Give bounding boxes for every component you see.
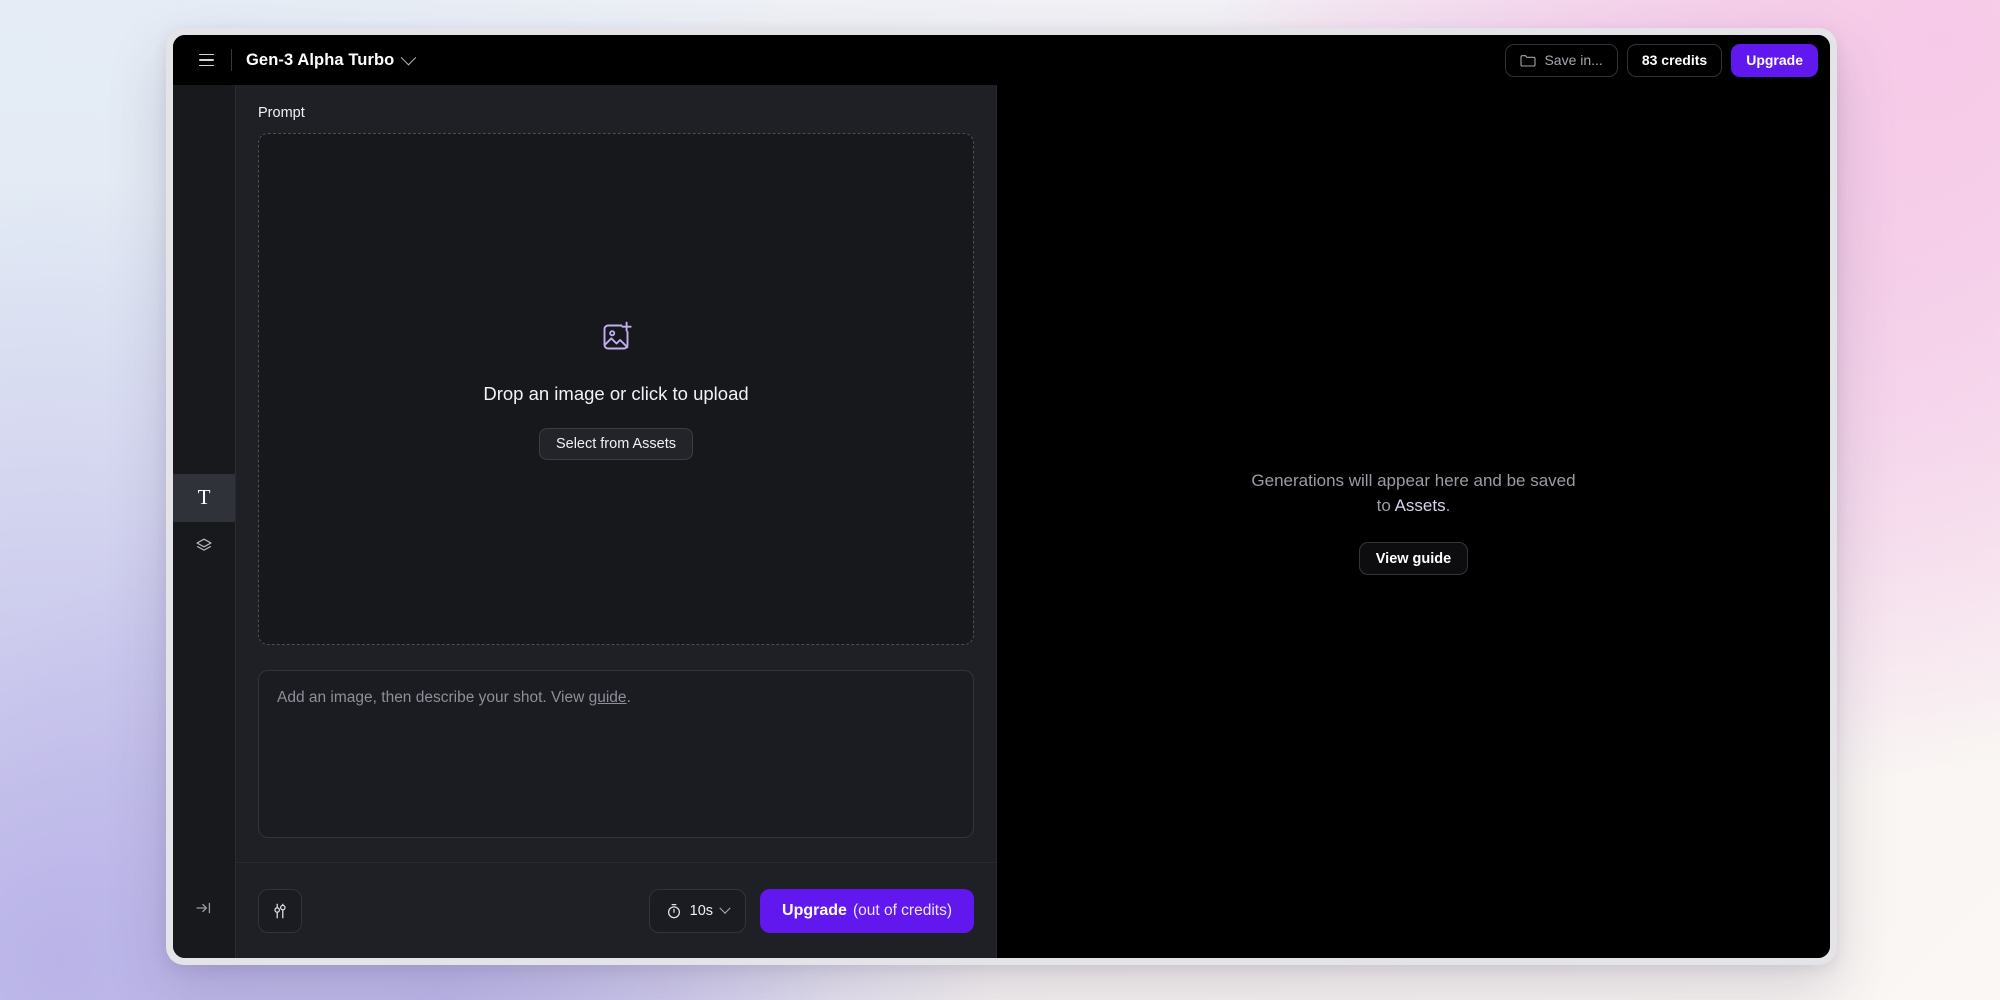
save-in-button[interactable]: Save in... <box>1505 43 1618 77</box>
empty-text-after: . <box>1445 496 1451 515</box>
hamburger-icon[interactable] <box>191 45 221 75</box>
prompt-toolbar: 10s Upgrade (out of credits) <box>236 862 996 958</box>
arrow-to-line-icon <box>196 902 211 914</box>
generate-button[interactable]: Upgrade (out of credits) <box>760 888 974 933</box>
save-in-label: Save in... <box>1544 52 1603 68</box>
upgrade-button[interactable]: Upgrade <box>1731 43 1818 77</box>
prompt-section-label: Prompt <box>258 105 305 121</box>
placeholder-text-before: Add an image, then describe your shot. V… <box>277 689 589 706</box>
duration-selector[interactable]: 10s <box>648 888 747 933</box>
view-guide-label: View guide <box>1375 550 1452 567</box>
select-from-assets-button[interactable]: Select from Assets <box>538 428 694 460</box>
prompt-input[interactable]: Add an image, then describe your shot. V… <box>258 670 974 838</box>
generate-label-secondary: (out of credits) <box>852 901 952 919</box>
desktop-background: Gen-3 Alpha Turbo Save in... 83 credits <box>0 0 2000 1000</box>
sidebar-item-text[interactable]: T <box>173 473 235 522</box>
sliders-icon <box>274 903 286 918</box>
collapse-panel-button[interactable] <box>173 884 235 932</box>
chevron-down-icon <box>401 49 417 65</box>
guide-link[interactable]: guide <box>589 689 627 706</box>
text-icon: T <box>197 485 211 509</box>
credits-label: 83 credits <box>1641 52 1708 68</box>
tool-rail: T <box>173 85 236 958</box>
sidebar-item-layers[interactable] <box>173 522 235 570</box>
tool-rail-items: T <box>173 473 235 570</box>
dropzone-title: Drop an image or click to upload <box>483 383 749 404</box>
toolbar-actions: 10s Upgrade (out of credits) <box>648 888 974 933</box>
model-name-label: Gen-3 Alpha Turbo <box>246 50 395 69</box>
image-plus-icon <box>603 321 632 350</box>
chevron-down-icon <box>719 902 731 914</box>
image-dropzone[interactable]: Drop an image or click to upload Select … <box>258 133 974 645</box>
settings-button[interactable] <box>258 888 302 933</box>
prompt-panel: Prompt Drop an image or click to upload … <box>236 85 997 958</box>
empty-state-text: Generations will appear here and be save… <box>1249 468 1579 518</box>
prompt-bottom-spacer <box>258 838 974 864</box>
titlebar: Gen-3 Alpha Turbo Save in... 83 credits <box>173 35 1830 85</box>
prompt-placeholder: Add an image, then describe your shot. V… <box>277 687 955 709</box>
app-window-frame: Gen-3 Alpha Turbo Save in... 83 credits <box>166 28 1837 965</box>
layers-icon <box>196 538 212 551</box>
upgrade-label: Upgrade <box>1746 52 1803 68</box>
select-from-assets-label: Select from Assets <box>555 436 677 452</box>
assets-link[interactable]: Assets <box>1395 496 1446 515</box>
stopwatch-icon <box>667 903 680 918</box>
generation-canvas: Generations will appear here and be save… <box>997 85 1830 958</box>
duration-value: 10s <box>689 902 714 919</box>
credits-badge[interactable]: 83 credits <box>1626 43 1723 77</box>
model-selector[interactable]: Gen-3 Alpha Turbo <box>246 49 417 70</box>
view-guide-button[interactable]: View guide <box>1358 542 1469 576</box>
app-window: Gen-3 Alpha Turbo Save in... 83 credits <box>173 35 1830 958</box>
titlebar-divider <box>231 49 232 71</box>
placeholder-text-after: . <box>626 689 631 706</box>
empty-state: Generations will appear here and be save… <box>1249 468 1579 576</box>
titlebar-actions: Save in... 83 credits Upgrade <box>1505 43 1818 77</box>
generate-label-primary: Upgrade <box>782 901 847 919</box>
image-plus-icon-wrap <box>597 318 635 361</box>
prompt-content: Drop an image or click to upload Select … <box>236 133 996 862</box>
folder-icon <box>1520 54 1537 67</box>
app-body: T Prompt Drop an image or click to uploa… <box>173 85 1830 958</box>
